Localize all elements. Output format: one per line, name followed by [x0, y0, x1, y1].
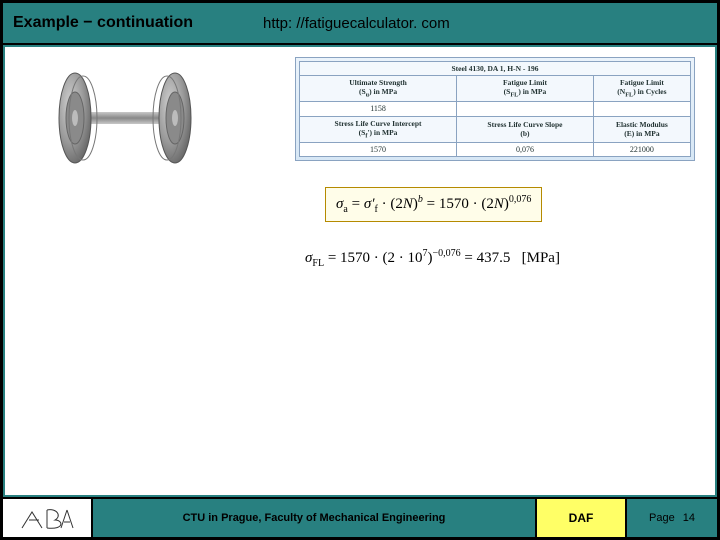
val-sf: 1570 [300, 142, 457, 157]
header-bar: Example − continuation http: //fatigueca… [3, 3, 717, 45]
col-fatigue-limit-mpa: Fatigue Limit(SFL) in MPa [457, 76, 594, 102]
page-label: Page [649, 512, 675, 524]
col-elastic-modulus: Elastic Modulus(E) in MPa [593, 116, 690, 142]
col-fatigue-limit-cycles: Fatigue Limit(NFL) in Cycles [593, 76, 690, 102]
footer-university: CTU in Prague, Faculty of Mechanical Eng… [93, 499, 537, 537]
material-table: Steel 4130, DA 1, H-N - 196 Ultimate Str… [295, 57, 695, 161]
material-name: Steel 4130, DA 1, H-N - 196 [300, 62, 691, 76]
wheelset-illustration [35, 57, 215, 177]
slide-frame: Example − continuation http: //fatigueca… [2, 2, 718, 538]
col-stress-intercept: Stress Life Curve Intercept(Sf') in MPa [300, 116, 457, 142]
val-nfl [593, 102, 690, 117]
formula-fatigue-limit: σFL = 1570 · (2 · 107)−0,076 = 437.5 [MP… [295, 242, 570, 275]
col-ultimate-strength: Ultimate Strength(Su) in MPa [300, 76, 457, 102]
val-e: 221000 [593, 142, 690, 157]
footer-bar: CTU in Prague, Faculty of Mechanical Eng… [3, 497, 717, 537]
footer-logo [3, 499, 93, 537]
page-number: 14 [683, 512, 695, 524]
slide-url: http: //fatiguecalculator. com [243, 15, 717, 32]
val-sfl [457, 102, 594, 117]
val-su: 1158 [300, 102, 457, 117]
slide-body: Steel 4130, DA 1, H-N - 196 Ultimate Str… [5, 47, 715, 495]
formula-basquin: σa = σ′f · (2N)b = 1570 · (2N)0,076 [325, 187, 542, 222]
slide-title: Example − continuation [3, 6, 243, 40]
footer-page: Page 14 [627, 499, 717, 537]
footer-daf: DAF [537, 499, 627, 537]
val-b: 0,076 [457, 142, 594, 157]
col-stress-slope: Stress Life Curve Slope(b) [457, 116, 594, 142]
engineering-sketch-icon [17, 502, 77, 534]
